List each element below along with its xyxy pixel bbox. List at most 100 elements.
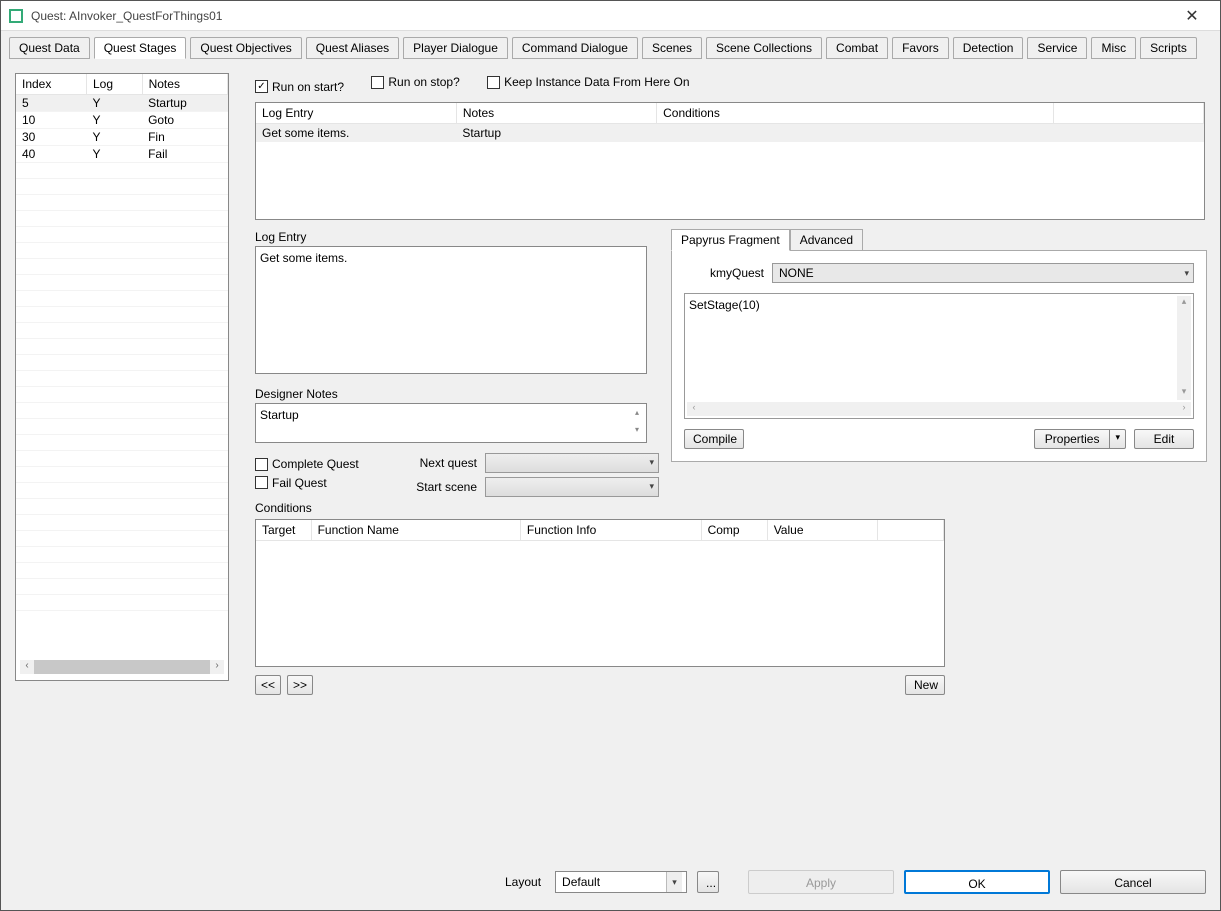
tab-command-dialogue[interactable]: Command Dialogue	[512, 37, 638, 59]
stage-row-empty[interactable]	[16, 499, 228, 515]
tab-quest-objectives[interactable]: Quest Objectives	[190, 37, 301, 59]
stage-row-empty[interactable]	[16, 227, 228, 243]
stage-row-empty[interactable]	[16, 291, 228, 307]
start-scene-select[interactable]: ▾	[485, 477, 659, 497]
stage-row-empty[interactable]	[16, 339, 228, 355]
tab-service[interactable]: Service	[1027, 37, 1087, 59]
stage-row-empty[interactable]	[16, 371, 228, 387]
tab-quest-data[interactable]: Quest Data	[9, 37, 90, 59]
stage-row-empty[interactable]	[16, 323, 228, 339]
script-textarea[interactable]: SetStage(10) ▴▾ ‹›	[684, 293, 1194, 419]
stage-row-empty[interactable]	[16, 451, 228, 467]
stage-row-empty[interactable]	[16, 195, 228, 211]
stage-row-empty[interactable]	[16, 595, 228, 611]
next-quest-select[interactable]: ▾	[485, 453, 659, 473]
kmyquest-select[interactable]: NONE▾	[772, 263, 1194, 283]
chevron-down-icon: ▾	[649, 481, 654, 492]
stage-row-empty[interactable]	[16, 531, 228, 547]
hscroll[interactable]: ‹›	[687, 402, 1191, 416]
run-on-stop-checkbox[interactable]: Run on stop?	[371, 75, 459, 89]
col-log-entry[interactable]: Log Entry	[256, 103, 456, 124]
col-target[interactable]: Target	[256, 520, 311, 541]
tab-scripts[interactable]: Scripts	[1140, 37, 1197, 59]
stage-row-empty[interactable]	[16, 515, 228, 531]
tab-misc[interactable]: Misc	[1091, 37, 1136, 59]
col-comp[interactable]: Comp	[701, 520, 767, 541]
stage-row-empty[interactable]	[16, 435, 228, 451]
stage-row[interactable]: 40YFail	[16, 146, 228, 163]
tab-papyrus-fragment[interactable]: Papyrus Fragment	[671, 229, 790, 251]
col-function-name[interactable]: Function Name	[311, 520, 520, 541]
layout-more-button[interactable]: ...	[697, 871, 719, 893]
apply-button[interactable]: Apply	[748, 870, 894, 894]
new-button[interactable]: New	[905, 675, 945, 695]
tab-detection[interactable]: Detection	[953, 37, 1024, 59]
prev-button[interactable]: <<	[255, 675, 281, 695]
vscroll[interactable]: ▴▾	[1177, 296, 1191, 400]
tab-favors[interactable]: Favors	[892, 37, 949, 59]
complete-quest-checkbox[interactable]: Complete Quest	[255, 457, 359, 471]
tab-quest-stages[interactable]: Quest Stages	[94, 37, 187, 59]
compile-button[interactable]: Compile	[684, 429, 744, 449]
log-entry-textarea[interactable]	[255, 246, 647, 374]
stage-row-empty[interactable]	[16, 275, 228, 291]
fail-quest-checkbox[interactable]: Fail Quest	[255, 476, 327, 490]
stage-row-empty[interactable]	[16, 579, 228, 595]
spin-down-icon[interactable]: ▾	[630, 423, 644, 440]
stage-row-empty[interactable]	[16, 547, 228, 563]
stage-row-empty[interactable]	[16, 211, 228, 227]
scroll-left-icon[interactable]: ‹	[20, 660, 34, 674]
cancel-button[interactable]: Cancel	[1060, 870, 1206, 894]
tab-player-dialogue[interactable]: Player Dialogue	[403, 37, 508, 59]
stage-row-empty[interactable]	[16, 163, 228, 179]
col-index[interactable]: Index	[16, 74, 86, 95]
col-value[interactable]: Value	[767, 520, 877, 541]
next-quest-label: Next quest	[413, 456, 477, 470]
stage-row-empty[interactable]	[16, 483, 228, 499]
next-button[interactable]: >>	[287, 675, 313, 695]
designer-notes-field[interactable]: Startup ▴▾	[255, 403, 647, 443]
start-scene-label: Start scene	[413, 480, 477, 494]
stages-hscroll[interactable]: ‹ ›	[20, 660, 224, 674]
stage-row-empty[interactable]	[16, 467, 228, 483]
col-conditions[interactable]: Conditions	[657, 103, 1054, 124]
keep-instance-checkbox[interactable]: Keep Instance Data From Here On	[487, 75, 689, 89]
run-on-start-checkbox[interactable]: ✓Run on start?	[255, 80, 344, 94]
stage-row[interactable]: 30YFin	[16, 129, 228, 146]
properties-button[interactable]: Properties ▾	[1034, 429, 1126, 449]
col-notes[interactable]: Notes	[142, 74, 227, 95]
scroll-right-icon[interactable]: ›	[210, 660, 224, 674]
stage-row-empty[interactable]	[16, 179, 228, 195]
stage-row-empty[interactable]	[16, 419, 228, 435]
tab-combat[interactable]: Combat	[826, 37, 888, 59]
stages-panel[interactable]: IndexLogNotes 5YStartup10YGoto30YFin40YF…	[15, 73, 229, 681]
stage-row[interactable]: 5YStartup	[16, 95, 228, 112]
spin-up-icon[interactable]: ▴	[630, 406, 644, 423]
layout-label: Layout	[505, 875, 541, 889]
tab-scene-collections[interactable]: Scene Collections	[706, 37, 822, 59]
stage-row-empty[interactable]	[16, 563, 228, 579]
col-notes[interactable]: Notes	[456, 103, 656, 124]
stage-row-empty[interactable]	[16, 243, 228, 259]
ok-button[interactable]: OK	[904, 870, 1050, 894]
log-items-grid[interactable]: Log EntryNotesConditions Get some items.…	[255, 102, 1205, 220]
stage-row-empty[interactable]	[16, 307, 228, 323]
close-button[interactable]: ✕	[1172, 6, 1212, 26]
conditions-label: Conditions	[255, 501, 1209, 515]
stage-row-empty[interactable]	[16, 259, 228, 275]
chevron-down-icon: ▾	[649, 457, 654, 468]
chevron-down-icon[interactable]: ▾	[1109, 429, 1126, 449]
tab-quest-aliases[interactable]: Quest Aliases	[306, 37, 399, 59]
tab-advanced[interactable]: Advanced	[790, 229, 863, 251]
log-item-row[interactable]: Get some items.Startup	[256, 123, 1204, 142]
layout-select[interactable]: Default ▾	[555, 871, 687, 893]
stage-row-empty[interactable]	[16, 387, 228, 403]
col-log[interactable]: Log	[86, 74, 142, 95]
edit-button[interactable]: Edit	[1134, 429, 1194, 449]
stage-row[interactable]: 10YGoto	[16, 112, 228, 129]
conditions-grid[interactable]: TargetFunction NameFunction InfoCompValu…	[255, 519, 945, 667]
tab-scenes[interactable]: Scenes	[642, 37, 702, 59]
stage-row-empty[interactable]	[16, 355, 228, 371]
col-function-info[interactable]: Function Info	[520, 520, 701, 541]
stage-row-empty[interactable]	[16, 403, 228, 419]
